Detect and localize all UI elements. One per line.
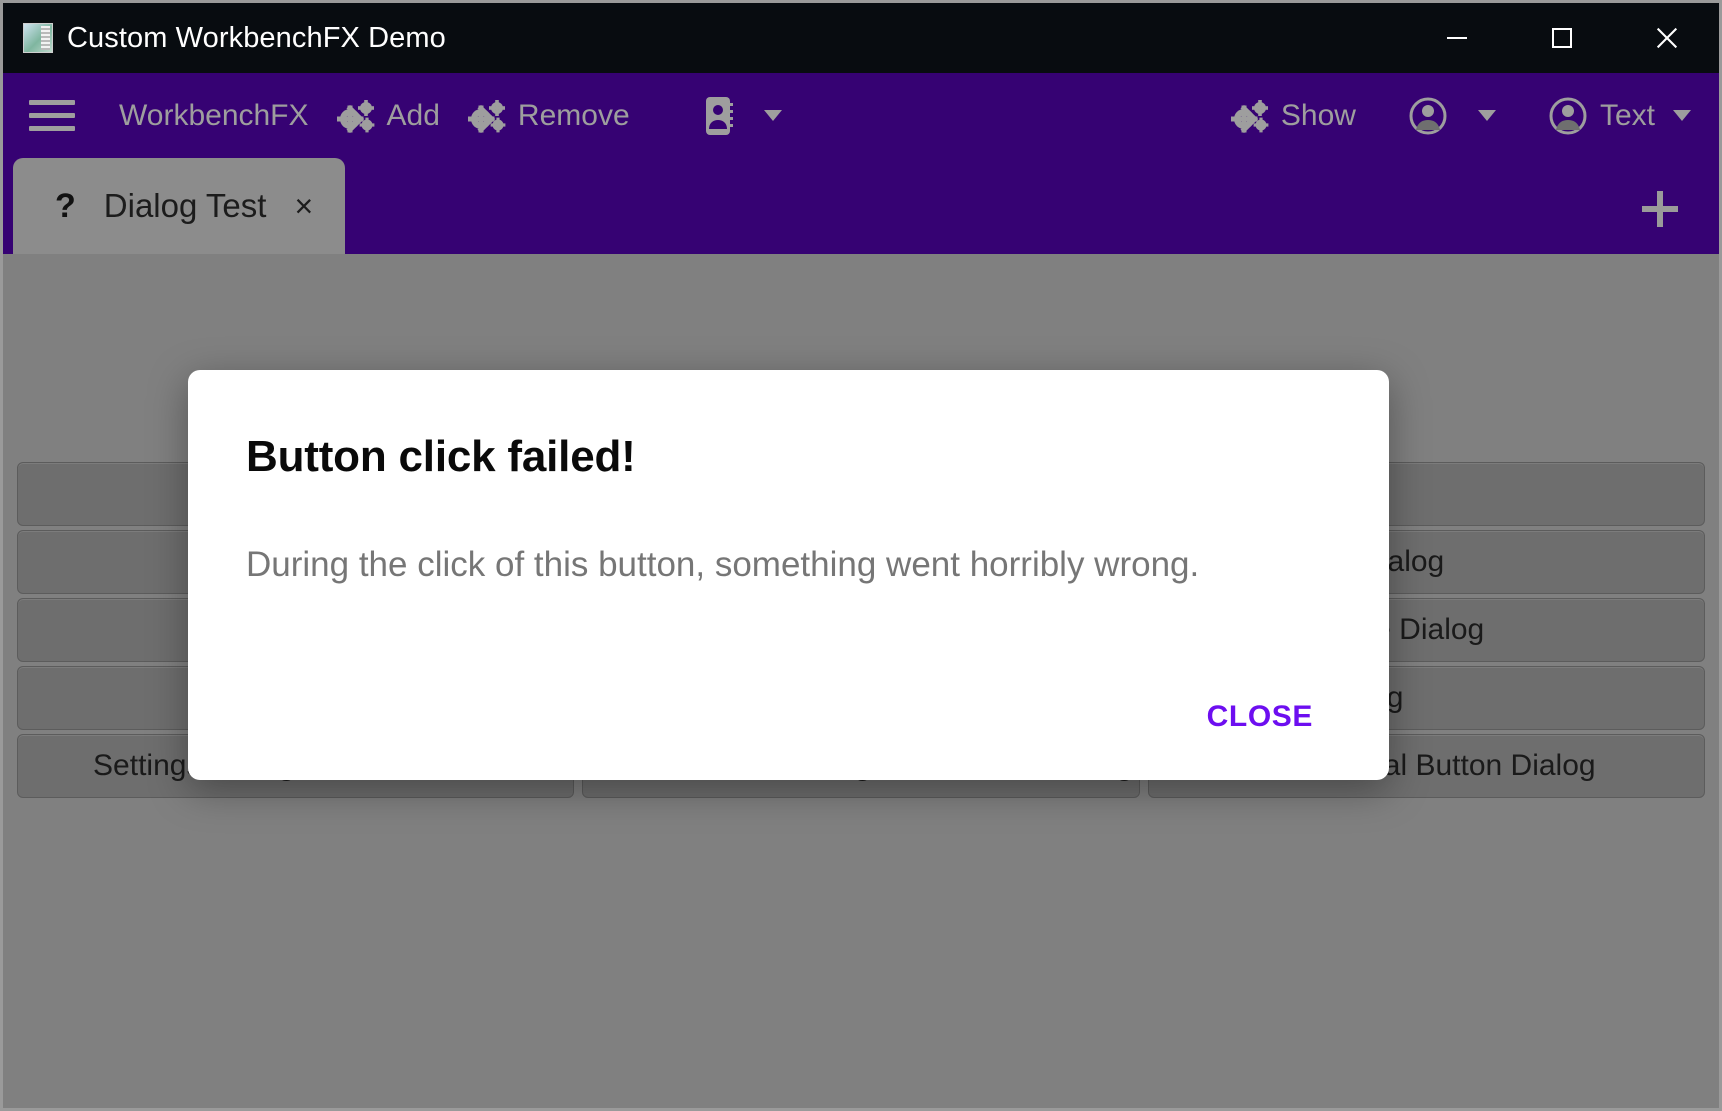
toolbar: WorkbenchFX	[3, 73, 1719, 158]
maximize-icon	[1550, 26, 1574, 50]
tab-bar: ? Dialog Test ×	[3, 158, 1719, 254]
dialog-title: Button click failed!	[246, 432, 1331, 482]
close-button[interactable]	[1614, 3, 1719, 73]
dialog-close-button[interactable]: CLOSE	[1189, 688, 1331, 746]
window-controls	[1404, 3, 1719, 73]
plus-icon	[1637, 186, 1683, 232]
tab-close-icon[interactable]: ×	[294, 190, 313, 222]
dialog-message: During the click of this button, somethi…	[246, 544, 1331, 586]
toolbar-brand-label: WorkbenchFX	[119, 99, 309, 133]
toolbar-item-show-label: Show	[1281, 99, 1356, 133]
gears-icon	[468, 99, 506, 133]
toolbar-item-text-label: Text	[1600, 99, 1655, 133]
add-tab-button[interactable]	[1637, 186, 1683, 232]
chevron-down-icon	[1673, 110, 1691, 121]
window-app-icon	[23, 23, 53, 53]
toolbar-item-remove[interactable]: Remove	[454, 85, 644, 147]
toolbar-item-show[interactable]: Show	[1217, 85, 1370, 147]
toolbar-item-add[interactable]: Add	[323, 85, 454, 147]
user-circle-icon	[1408, 96, 1448, 136]
window-title: Custom WorkbenchFX Demo	[67, 22, 446, 55]
tab-dialog-test[interactable]: ? Dialog Test ×	[13, 158, 345, 254]
toolbar-item-add-label: Add	[387, 99, 440, 133]
toolbar-item-text[interactable]: Text	[1534, 85, 1705, 147]
toolbar-item-user[interactable]	[1394, 85, 1510, 147]
chevron-down-icon	[764, 110, 782, 121]
toolbar-brand: WorkbenchFX	[105, 85, 323, 147]
title-bar: Custom WorkbenchFX Demo	[3, 3, 1719, 73]
gears-icon	[1231, 99, 1269, 133]
gears-icon	[337, 99, 375, 133]
main-content: Confirmation Dialog Custom Dialog Error …	[3, 254, 1719, 1108]
minimize-icon	[1445, 26, 1469, 50]
toolbar-item-remove-label: Remove	[518, 99, 630, 133]
minimize-button[interactable]	[1404, 3, 1509, 73]
hamburger-menu-icon[interactable]	[29, 100, 75, 131]
user-circle-icon	[1548, 96, 1588, 136]
dialog-actions: CLOSE	[1189, 688, 1331, 746]
app-window: Custom WorkbenchFX Demo	[0, 0, 1722, 1111]
error-dialog: Button click failed! During the click of…	[188, 370, 1389, 780]
chevron-down-icon	[1478, 110, 1496, 121]
tab-label: Dialog Test	[104, 187, 267, 225]
maximize-button[interactable]	[1509, 3, 1614, 73]
contact-card-icon	[704, 96, 734, 136]
toolbar-item-contact[interactable]	[690, 85, 796, 147]
close-icon	[1653, 24, 1681, 52]
tab-badge-icon: ?	[55, 187, 76, 226]
